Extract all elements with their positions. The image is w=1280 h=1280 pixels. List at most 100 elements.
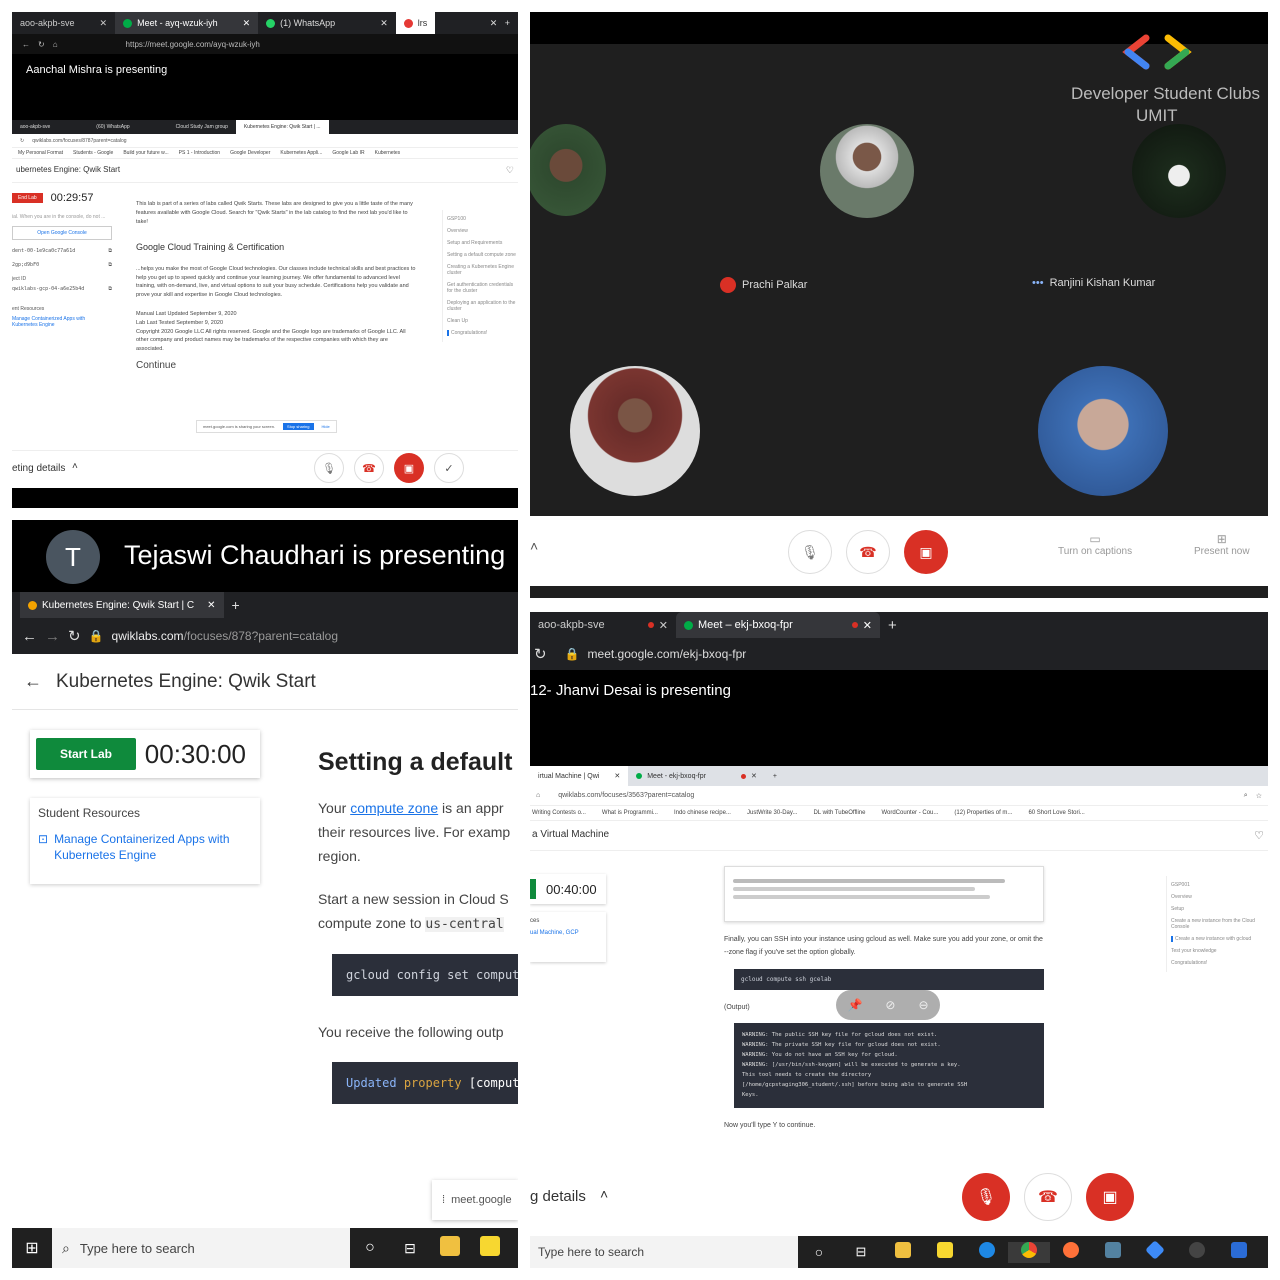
back-arrow-icon[interactable]: ← (24, 671, 42, 692)
bookmark[interactable]: Google Developer (230, 150, 270, 156)
tab-meet[interactable]: Meet - ayq-wzuk-iyh ✕ (115, 12, 259, 34)
address-bar[interactable]: ← ↻ ⌂ https://meet.google.com/ayq-wzuk-iyh (12, 34, 518, 54)
close-icon[interactable]: ✕ (207, 600, 215, 611)
camera-off-button[interactable]: ▣ (1086, 1173, 1134, 1221)
inner-tab[interactable]: Cloud Study Jam group (168, 120, 236, 134)
copy-icon[interactable]: ⧉ (108, 286, 112, 292)
output-block[interactable]: WARNING: The public SSH key file for gcl… (734, 1023, 1044, 1109)
inner-tab[interactable]: irtual Machine | Qwi ✕ (530, 766, 629, 786)
bookmark[interactable]: JustWrite 30-Day... (747, 810, 797, 816)
forward-icon[interactable]: → (45, 628, 60, 645)
remove-icon[interactable]: ⊖ (918, 998, 928, 1012)
hangup-button[interactable]: ☎ (846, 530, 890, 574)
chrome-icon[interactable] (1008, 1241, 1050, 1263)
new-tab-button[interactable]: + (224, 592, 248, 618)
home-icon[interactable]: ⌂ (536, 792, 540, 799)
resource-link[interactable]: ual Machine, GCP (530, 930, 606, 936)
copy-icon[interactable]: ⧉ (108, 262, 112, 268)
toc-item[interactable]: Setup (1171, 906, 1268, 912)
toc-item[interactable]: GSP100 (447, 216, 518, 222)
tab-1[interactable]: aoo-akpb-sve ✕ (12, 12, 115, 34)
notification-icon[interactable] (1218, 1241, 1260, 1263)
address-bar[interactable]: ↻ 🔒 meet.google.com/ekj-bxoq-fpr (530, 638, 1268, 670)
bookmark[interactable]: Indo chinese recipe... (674, 810, 731, 816)
stop-sharing-button[interactable]: Stop sharing (283, 423, 314, 430)
open-console-button[interactable]: Open Google Console (12, 226, 112, 240)
meeting-details-button[interactable]: eting details (12, 463, 65, 474)
bookmark[interactable]: Google Lab IR (332, 150, 364, 156)
tab-1[interactable]: aoo-akpb-sve ✕ (530, 612, 676, 638)
camera-off-button[interactable]: ▣ (394, 453, 424, 483)
inner-tab[interactable]: aoo-akpb-sve (12, 120, 58, 134)
star-icon[interactable]: ☆ (1256, 792, 1262, 800)
tab-whatsapp[interactable]: (1) WhatsApp ✕ (258, 12, 396, 34)
hide-button[interactable]: Hide (322, 424, 330, 429)
toc-item[interactable]: Get authentication credentials for the c… (447, 282, 518, 294)
reload-icon[interactable]: ↻ (38, 40, 45, 49)
bookmark[interactable]: What is Programmi... (602, 810, 658, 816)
close-icon[interactable]: ✕ (863, 619, 872, 632)
mic-button[interactable]: 🎙 (314, 453, 344, 483)
file-explorer-icon[interactable] (882, 1241, 924, 1263)
mute-icon[interactable]: ⊘ (885, 998, 895, 1012)
tab-4[interactable]: lrs (395, 12, 436, 34)
close-icon[interactable]: ✕ (659, 619, 668, 632)
reload-icon[interactable]: ↻ (534, 645, 547, 663)
cortana-icon[interactable]: ○ (350, 1239, 390, 1257)
toc-item[interactable]: Congratulations! (447, 330, 518, 336)
tab-meet[interactable]: Meet – ekj-bxoq-fpr ✕ (676, 612, 880, 638)
code-block[interactable]: gcloud compute ssh gcelab (734, 969, 1044, 991)
reload-icon[interactable]: ↻ (20, 138, 24, 144)
cortana-icon[interactable]: ○ (798, 1244, 840, 1260)
task-view-icon[interactable]: ⊟ (840, 1244, 882, 1260)
mic-off-button[interactable]: 🎙 (962, 1173, 1010, 1221)
toc-item[interactable]: Test your knowledge (1171, 948, 1268, 954)
output-block[interactable]: Updated property [compute (332, 1062, 518, 1105)
inner-tab[interactable]: (60) WhatsApp (88, 120, 137, 134)
address-bar[interactable]: ← → ↻ 🔒 qwiklabs.com/focuses/878?parent=… (12, 618, 518, 654)
new-tab-button[interactable]: + (880, 612, 905, 638)
resource-link[interactable]: ⊡ Manage Containerized Apps with Kuberne… (38, 832, 252, 863)
bookmark[interactable]: Writing Contests o... (532, 810, 586, 816)
bookmark[interactable]: Build your future w... (123, 150, 168, 156)
edge-icon[interactable] (966, 1241, 1008, 1263)
chevron-up-icon[interactable]: ˄ (530, 538, 538, 554)
toc-item[interactable]: Overview (447, 228, 518, 234)
zoom-icon[interactable]: ⌕ (1244, 792, 1248, 800)
toc-item[interactable]: GSP001 (1171, 882, 1268, 888)
back-icon[interactable]: ← (22, 40, 30, 49)
meeting-details-button[interactable]: g details (530, 1188, 586, 1205)
inner-tab-active[interactable]: Kubernetes Engine: Qwik Start | ... (235, 120, 329, 134)
app-icon[interactable] (1134, 1239, 1176, 1262)
bookmark[interactable]: Kubernetes (375, 150, 401, 156)
java-icon[interactable] (1092, 1241, 1134, 1263)
heart-icon[interactable]: ♡ (1254, 829, 1264, 842)
code-block[interactable]: gcloud config set compute (332, 954, 518, 997)
toc-item[interactable]: Overview (1171, 894, 1268, 900)
reload-icon[interactable]: ↻ (68, 627, 81, 645)
toc-item[interactable]: Setting a default compute zone (447, 252, 518, 258)
bookmark[interactable]: My Personal Format (18, 150, 63, 156)
resources-link[interactable]: Manage Containerized Apps with Kubernete… (12, 316, 112, 328)
heart-icon[interactable]: ♡ (506, 165, 514, 176)
bookmark[interactable]: Kubernetes Appli... (280, 150, 322, 156)
toc-item[interactable]: Clean Up (447, 318, 518, 324)
hangup-button[interactable]: ☎ (354, 453, 384, 483)
captions-button[interactable]: ▭ Turn on captions (1058, 532, 1132, 557)
check-icon[interactable]: ✓ (434, 453, 464, 483)
search-box[interactable]: Type here to search (530, 1236, 798, 1268)
toc-item[interactable]: Congratulations! (1171, 960, 1268, 966)
hangup-button[interactable]: ☎ (1024, 1173, 1072, 1221)
toc-item[interactable]: Create a new instance from the Cloud Con… (1171, 918, 1268, 930)
search-box[interactable]: ⌕ Type here to search (52, 1228, 350, 1268)
new-tab-button[interactable]: ✕ + (482, 12, 518, 34)
camera-off-button[interactable]: ▣ (904, 530, 948, 574)
inner-address-bar[interactable]: ↻ qwiklabs.com/focuses/8787parent=catalog (12, 134, 518, 148)
task-view-icon[interactable]: ⊟ (390, 1240, 430, 1257)
pin-icon[interactable]: 📌 (847, 998, 862, 1012)
bookmark[interactable]: PS 1 - Introduction (179, 150, 220, 156)
tab-active[interactable]: Kubernetes Engine: Qwik Start | C ✕ (20, 592, 224, 618)
toc-item[interactable]: Create a new instance with gcloud (1171, 936, 1268, 942)
bookmark[interactable]: 60 Short Love Stori... (1028, 810, 1084, 816)
inner-tab[interactable]: Meet - ekj-bxoq-fpr ✕ (628, 766, 765, 786)
